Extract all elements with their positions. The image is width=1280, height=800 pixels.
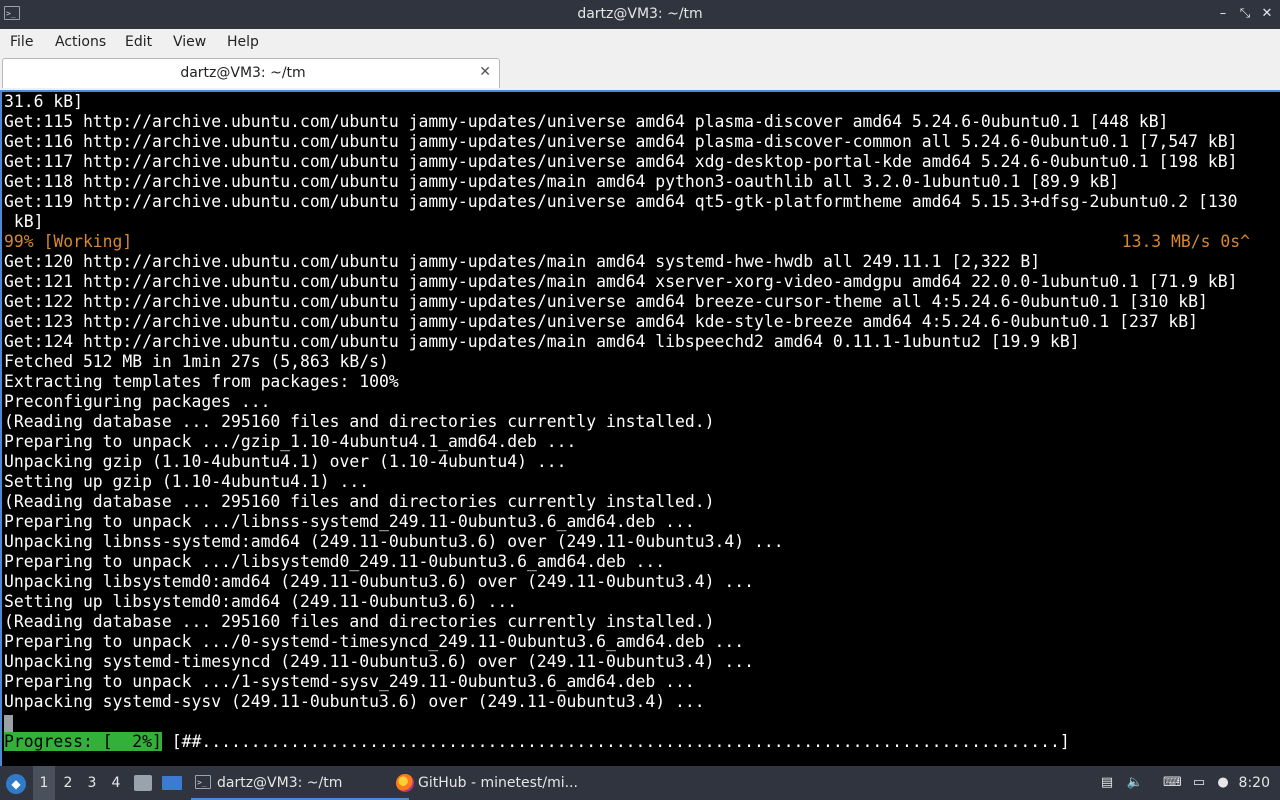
- battery-icon[interactable]: ▤: [1098, 774, 1116, 792]
- terminal-line: Get:123 http://archive.ubuntu.com/ubuntu…: [4, 312, 1199, 331]
- terminal-line: Preparing to unpack .../0-systemd-timesy…: [4, 632, 745, 651]
- terminal-line: Get:120 http://archive.ubuntu.com/ubuntu…: [4, 252, 1041, 271]
- terminal-line: Unpacking systemd-timesyncd (249.11-0ubu…: [4, 652, 754, 671]
- workspace-1[interactable]: 1: [33, 766, 55, 800]
- terminal-line: Unpacking gzip (1.10-4ubuntu4.1) over (1…: [4, 452, 567, 471]
- terminal-line: Preconfiguring packages ...: [4, 392, 271, 411]
- menu-file[interactable]: File: [10, 34, 33, 50]
- apt-progress: Progress: [ 2%] [##.....................…: [4, 732, 1070, 752]
- terminal-line: Unpacking systemd-sysv (249.11-0ubuntu3.…: [4, 692, 705, 711]
- menu-help[interactable]: Help: [227, 34, 259, 50]
- progress-label: Progress: [ 2%]: [4, 732, 162, 751]
- maximize-button[interactable]: ⤡: [1236, 5, 1254, 23]
- minimize-button[interactable]: –: [1214, 5, 1232, 23]
- volume-icon[interactable]: 🔈: [1126, 774, 1144, 792]
- terminal-output[interactable]: 31.6 kB] Get:115 http://archive.ubuntu.c…: [0, 90, 1280, 766]
- terminal-line: Get:117 http://archive.ubuntu.com/ubuntu…: [4, 152, 1238, 171]
- terminal-line: (Reading database ... 295160 files and d…: [4, 492, 715, 511]
- terminal-line: Preparing to unpack .../libsystemd0_249.…: [4, 552, 666, 571]
- workspace-2[interactable]: 2: [57, 766, 79, 800]
- window-title: dartz@VM3: ~/tm: [577, 6, 703, 22]
- task-label: GitHub - minetest/mi...: [418, 775, 578, 791]
- terminal-line: Get:122 http://archive.ubuntu.com/ubuntu…: [4, 292, 1208, 311]
- tab-strip: dartz@VM3: ~/tm ✕: [0, 56, 1280, 91]
- window-titlebar[interactable]: >_ dartz@VM3: ~/tm – ⤡ ✕: [0, 0, 1280, 29]
- file-manager-icon[interactable]: [134, 775, 152, 791]
- terminal-line: Get:116 http://archive.ubuntu.com/ubuntu…: [4, 132, 1238, 151]
- terminal-line: (Reading database ... 295160 files and d…: [4, 412, 715, 431]
- terminal-icon: >_: [195, 775, 211, 789]
- clipboard-icon[interactable]: ▭: [1190, 774, 1208, 792]
- firefox-icon: [396, 774, 414, 792]
- terminal-line: kB]: [4, 212, 44, 231]
- workspace-3[interactable]: 3: [81, 766, 103, 800]
- terminal-line: Get:124 http://archive.ubuntu.com/ubuntu…: [4, 332, 1080, 351]
- task-label: dartz@VM3: ~/tm: [217, 775, 343, 791]
- tab-close-icon[interactable]: ✕: [479, 64, 491, 80]
- clock[interactable]: 8:20: [1239, 766, 1270, 800]
- terminal-line: Preparing to unpack .../1-systemd-sysv_2…: [4, 672, 695, 691]
- terminal-line: Setting up gzip (1.10-4ubuntu4.1) ...: [4, 472, 370, 491]
- tab-terminal[interactable]: dartz@VM3: ~/tm ✕: [2, 58, 500, 88]
- apt-status-working: 99% [Working]: [4, 232, 133, 251]
- close-button[interactable]: ✕: [1258, 5, 1276, 23]
- taskbar-task-firefox[interactable]: GitHub - minetest/mi...: [392, 766, 618, 800]
- tab-label: dartz@VM3: ~/tm: [180, 65, 306, 81]
- terminal-line: Setting up libsystemd0:amd64 (249.11-0ub…: [4, 592, 518, 611]
- taskbar: ◆ 1 2 3 4 >_ dartz@VM3: ~/tm GitHub - mi…: [0, 766, 1280, 800]
- terminal-cursor: [4, 715, 13, 733]
- terminal-line: Preparing to unpack .../gzip_1.10-4ubunt…: [4, 432, 577, 451]
- menu-actions[interactable]: Actions: [55, 34, 106, 50]
- terminal-line: Get:119 http://archive.ubuntu.com/ubuntu…: [4, 192, 1238, 211]
- apt-download-speed: 13.3 MB/s 0s^: [1121, 232, 1250, 251]
- progress-bar: [##.....................................…: [161, 732, 1070, 751]
- terminal-line: Fetched 512 MB in 1min 27s (5,863 kB/s): [4, 352, 389, 371]
- lubuntu-start-icon[interactable]: ◆: [6, 774, 26, 794]
- menu-view[interactable]: View: [173, 34, 206, 50]
- terminal-line: Extracting templates from packages: 100%: [4, 372, 399, 391]
- notification-icon[interactable]: ●: [1214, 774, 1232, 792]
- terminal-line: Preparing to unpack .../libnss-systemd_2…: [4, 512, 695, 531]
- terminal-line: Get:121 http://archive.ubuntu.com/ubuntu…: [4, 272, 1238, 291]
- workspace-4[interactable]: 4: [105, 766, 127, 800]
- keyboard-icon[interactable]: ⌨: [1163, 774, 1182, 792]
- terminal-line: Unpacking libnss-systemd:amd64 (249.11-0…: [4, 532, 784, 551]
- terminal-line: (Reading database ... 295160 files and d…: [4, 612, 715, 631]
- menu-edit[interactable]: Edit: [125, 34, 152, 50]
- taskbar-task-terminal[interactable]: >_ dartz@VM3: ~/tm: [191, 766, 409, 800]
- terminal-line: Unpacking libsystemd0:amd64 (249.11-0ubu…: [4, 572, 754, 591]
- terminal-line: 31.6 kB]: [4, 92, 83, 111]
- terminal-line: Get:118 http://archive.ubuntu.com/ubuntu…: [4, 172, 1120, 191]
- show-desktop-icon[interactable]: [162, 776, 182, 790]
- menu-bar: File Actions Edit View Help: [0, 29, 1280, 56]
- terminal-line: Get:115 http://archive.ubuntu.com/ubuntu…: [4, 112, 1169, 131]
